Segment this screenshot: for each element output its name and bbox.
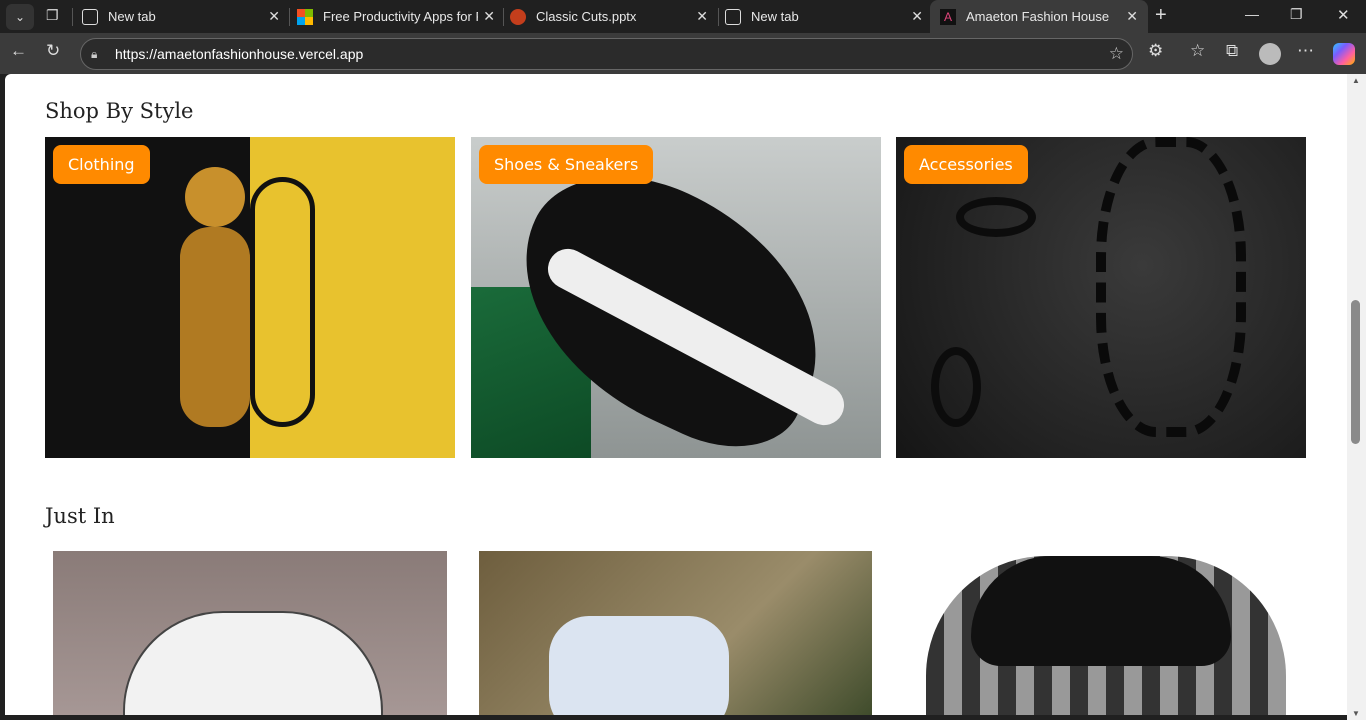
workspaces-icon[interactable]: ❐ [46,7,59,24]
scrollbar-thumb[interactable] [1351,300,1360,444]
scroll-up-arrow[interactable]: ▲ [1352,76,1360,85]
tab-amaeton[interactable]: A Amaeton Fashion House ✕ [930,0,1148,33]
favorites-icon[interactable]: ☆ [1190,41,1205,61]
lock-icon: 🔒︎ [91,47,98,61]
scroll-down-arrow[interactable]: ▼ [1352,709,1360,718]
close-tab-icon[interactable]: ✕ [696,8,708,25]
page-content: Shop By Style Clothing Shoes & Sneakers … [5,74,1347,715]
category-label: Shoes & Sneakers [479,145,654,184]
tab-new-tab-1[interactable]: New tab ✕ [72,0,290,33]
hood [971,556,1231,666]
just-in-heading: Just In [45,504,115,528]
tab-bar: ⌄ ❐ New tab ✕ Free Productivity Apps for … [0,0,1366,33]
extensions-icon[interactable]: ⚙ [1148,41,1163,61]
close-tab-icon[interactable]: ✕ [268,8,280,25]
category-label: Accessories [904,145,1028,184]
refresh-button[interactable]: ↻ [46,41,60,61]
shop-by-style-heading: Shop By Style [45,99,194,123]
new-tab-button[interactable]: + [1155,4,1167,27]
product-card-hoodie[interactable] [53,551,447,715]
newtab-icon [82,8,98,25]
site-logo-icon: A [940,8,956,25]
close-window-button[interactable]: ✕ [1337,6,1350,24]
tab-actions-button[interactable]: ⌄ [6,4,34,30]
close-tab-icon[interactable]: ✕ [483,8,495,25]
sneaker-image [549,616,729,715]
powerpoint-icon [510,8,526,25]
bear-body [180,227,250,427]
newtab-icon [725,8,741,25]
chain-image [1096,137,1246,437]
product-card-sneaker[interactable] [479,551,872,715]
back-button[interactable]: ← [10,41,27,61]
bear-image [185,167,245,227]
hoodie-image [123,611,383,715]
minimize-button[interactable]: — [1245,6,1259,22]
restore-button[interactable]: ❐ [1290,6,1303,23]
category-card-accessories[interactable]: Accessories [896,137,1306,458]
favorite-star-icon[interactable]: ☆ [1109,39,1124,69]
close-tab-icon[interactable]: ✕ [1126,8,1138,25]
category-card-shoes[interactable]: Shoes & Sneakers [471,137,881,458]
category-label: Clothing [53,145,150,184]
address-bar[interactable]: 🔒︎ https://amaetonfashionhouse.vercel.ap… [80,38,1133,70]
copilot-icon[interactable] [1333,43,1355,65]
toolbar: ← ↻ 🔒︎ https://amaetonfashionhouse.verce… [0,33,1366,74]
microsoft-icon [297,8,313,25]
bear-outline [250,177,315,427]
tab-new-tab-2[interactable]: New tab ✕ [715,0,933,33]
profile-avatar[interactable] [1259,43,1281,65]
product-card-flannel[interactable] [896,551,1306,715]
more-menu-icon[interactable]: ⋯ [1297,41,1314,61]
tab-productivity[interactable]: Free Productivity Apps for Pe ✕ [287,0,505,33]
tab-classic-cuts[interactable]: Classic Cuts.pptx ✕ [500,0,718,33]
ring-image [956,197,1036,237]
collections-icon[interactable]: ⧉ [1226,41,1238,61]
close-tab-icon[interactable]: ✕ [911,8,923,25]
ring-image-2 [931,347,981,427]
category-card-clothing[interactable]: Clothing [45,137,455,458]
